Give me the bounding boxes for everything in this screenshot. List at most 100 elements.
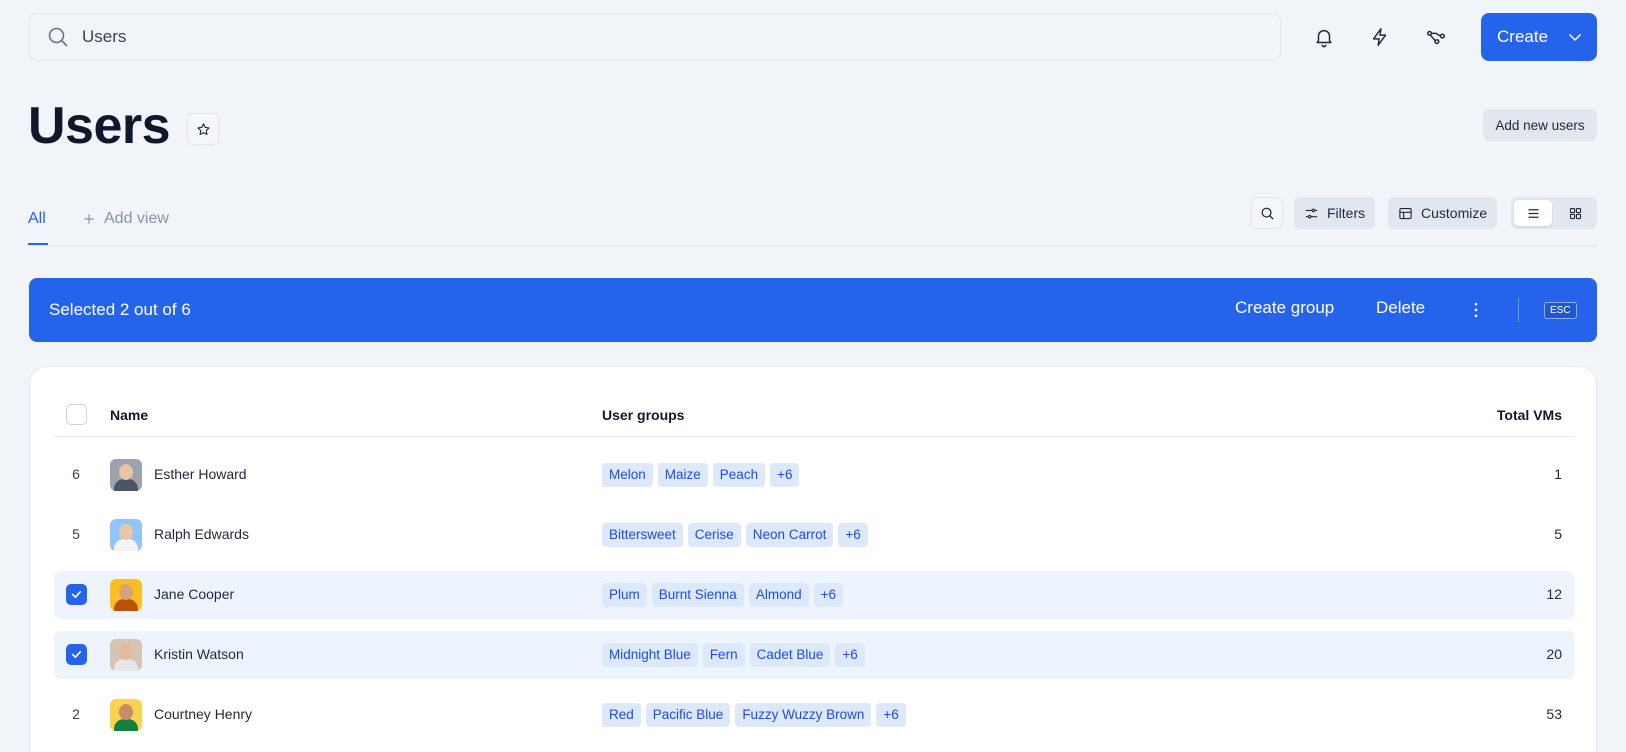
filters-label: Filters xyxy=(1327,205,1366,221)
total-vms: 53 xyxy=(1546,706,1562,722)
table-row[interactable]: Jane Cooper Plum Burnt Sienna Almond +6 12 xyxy=(54,571,1574,619)
user-groups: Plum Burnt Sienna Almond +6 xyxy=(602,583,848,607)
total-vms: 12 xyxy=(1546,586,1562,602)
group-tag[interactable]: Cerise xyxy=(687,523,741,547)
notifications-button[interactable] xyxy=(1309,22,1339,52)
total-vms: 1 xyxy=(1554,466,1562,482)
group-tag[interactable]: Melon xyxy=(602,463,653,487)
check-icon xyxy=(70,588,83,601)
filters-button[interactable]: Filters xyxy=(1294,197,1376,229)
total-vms: 5 xyxy=(1554,526,1562,542)
group-tag[interactable]: Midnight Blue xyxy=(602,643,698,667)
add-new-users-button[interactable]: Add new users xyxy=(1483,109,1597,141)
group-tag[interactable]: Burnt Sienna xyxy=(651,583,744,607)
group-tag[interactable]: Pacific Blue xyxy=(645,703,731,727)
list-view-button[interactable] xyxy=(1514,200,1552,226)
quick-actions-button[interactable] xyxy=(1365,22,1395,52)
group-tag[interactable]: +6 xyxy=(876,703,906,727)
users-table: Name User groups Total VMs 6 Esther Howar… xyxy=(29,366,1597,752)
table-search-button[interactable] xyxy=(1251,197,1283,229)
favorite-button[interactable] xyxy=(187,113,219,145)
tab-all[interactable]: All xyxy=(28,210,46,228)
group-tag[interactable]: +6 xyxy=(813,583,844,607)
group-tag[interactable]: Cadet Blue xyxy=(749,643,831,667)
table-row[interactable]: 6 Esther Howard Melon Maize Peach +6 1 xyxy=(54,451,1574,499)
sliders-icon xyxy=(1304,206,1319,221)
avatar xyxy=(110,699,142,731)
user-groups: Red Pacific Blue Fuzzy Wuzzy Brown +6 xyxy=(602,703,911,727)
search-input[interactable] xyxy=(82,27,1182,47)
selection-bar: Selected 2 out of 6 Create group Delete … xyxy=(29,278,1597,342)
group-tag[interactable]: Bittersweet xyxy=(602,523,683,547)
user-name[interactable]: Esther Howard xyxy=(154,466,247,482)
selection-divider xyxy=(1518,298,1519,322)
create-button-label: Create xyxy=(1497,27,1549,46)
grid-view-button[interactable] xyxy=(1556,200,1594,226)
group-tag[interactable]: Maize xyxy=(657,463,708,487)
user-groups: Melon Maize Peach +6 xyxy=(602,463,804,487)
esc-key-hint[interactable]: ESC xyxy=(1544,302,1577,319)
row-checkbox[interactable] xyxy=(66,584,87,605)
bell-icon xyxy=(1313,26,1335,48)
row-index: 2 xyxy=(72,706,80,722)
create-button[interactable]: Create xyxy=(1481,13,1597,61)
check-icon xyxy=(70,648,83,661)
table-row[interactable]: Kristin Watson Midnight Blue Fern Cadet Blu… xyxy=(54,631,1574,679)
select-all-checkbox[interactable] xyxy=(66,404,87,425)
delete-button[interactable]: Delete xyxy=(1376,298,1425,318)
column-header-total-vms[interactable]: Total VMs xyxy=(1497,407,1562,423)
more-vertical-icon xyxy=(1466,300,1486,320)
star-icon xyxy=(196,122,211,137)
total-vms: 20 xyxy=(1546,646,1562,662)
tabs-divider xyxy=(28,245,1597,246)
user-name[interactable]: Ralph Edwards xyxy=(154,526,249,542)
group-tag[interactable]: +6 xyxy=(838,523,868,547)
avatar xyxy=(110,519,142,551)
row-index: 5 xyxy=(72,526,80,542)
user-name[interactable]: Kristin Watson xyxy=(154,646,244,662)
add-view-tab[interactable]: Add view xyxy=(82,210,169,228)
add-view-label: Add view xyxy=(104,210,169,227)
customize-button[interactable]: Customize xyxy=(1388,197,1498,229)
table-icon xyxy=(1398,206,1413,221)
search-icon xyxy=(1260,206,1275,221)
group-tag[interactable]: Almond xyxy=(748,583,809,607)
list-view-icon xyxy=(1526,206,1541,221)
table-row[interactable]: 5 Ralph Edwards Bittersweet Cerise Neon Carr… xyxy=(54,511,1574,559)
group-tag[interactable]: Neon Carrot xyxy=(745,523,834,547)
workflow-icon xyxy=(1425,26,1447,48)
selection-count: Selected 2 out of 6 xyxy=(49,300,191,319)
row-checkbox[interactable] xyxy=(66,644,87,665)
global-search[interactable] xyxy=(29,13,1281,61)
plus-icon xyxy=(82,212,96,226)
user-groups: Midnight Blue Fern Cadet Blue +6 xyxy=(602,643,870,667)
chevron-down-icon xyxy=(1566,28,1584,46)
group-tag[interactable]: Red xyxy=(602,703,641,727)
page-title: Users xyxy=(28,97,171,155)
table-row[interactable]: 2 Courtney Henry Red Pacific Blue Fuzzy Wuzz… xyxy=(54,691,1574,739)
group-tag[interactable]: Peach xyxy=(712,463,766,487)
search-icon xyxy=(46,25,70,49)
user-name[interactable]: Jane Cooper xyxy=(154,586,234,602)
user-groups: Bittersweet Cerise Neon Carrot +6 xyxy=(602,523,873,547)
group-tag[interactable]: +6 xyxy=(770,463,800,487)
bolt-icon xyxy=(1369,26,1391,48)
group-tag[interactable]: Fuzzy Wuzzy Brown xyxy=(735,703,872,727)
column-header-user-groups[interactable]: User groups xyxy=(602,407,684,423)
more-actions-button[interactable] xyxy=(1464,298,1488,322)
group-tag[interactable]: Fern xyxy=(702,643,745,667)
customize-label: Customize xyxy=(1421,205,1488,221)
group-tag[interactable]: Plum xyxy=(602,583,647,607)
view-toggle xyxy=(1511,197,1597,229)
column-header-name[interactable]: Name xyxy=(110,407,148,423)
user-name[interactable]: Courtney Henry xyxy=(154,706,252,722)
avatar xyxy=(110,639,142,671)
avatar xyxy=(110,459,142,491)
workflow-button[interactable] xyxy=(1421,22,1451,52)
create-group-button[interactable]: Create group xyxy=(1235,298,1334,318)
grid-view-icon xyxy=(1568,206,1583,221)
group-tag[interactable]: +6 xyxy=(835,643,865,667)
row-index: 6 xyxy=(72,466,80,482)
table-header: Name User groups Total VMs xyxy=(54,391,1574,437)
avatar xyxy=(110,579,142,611)
